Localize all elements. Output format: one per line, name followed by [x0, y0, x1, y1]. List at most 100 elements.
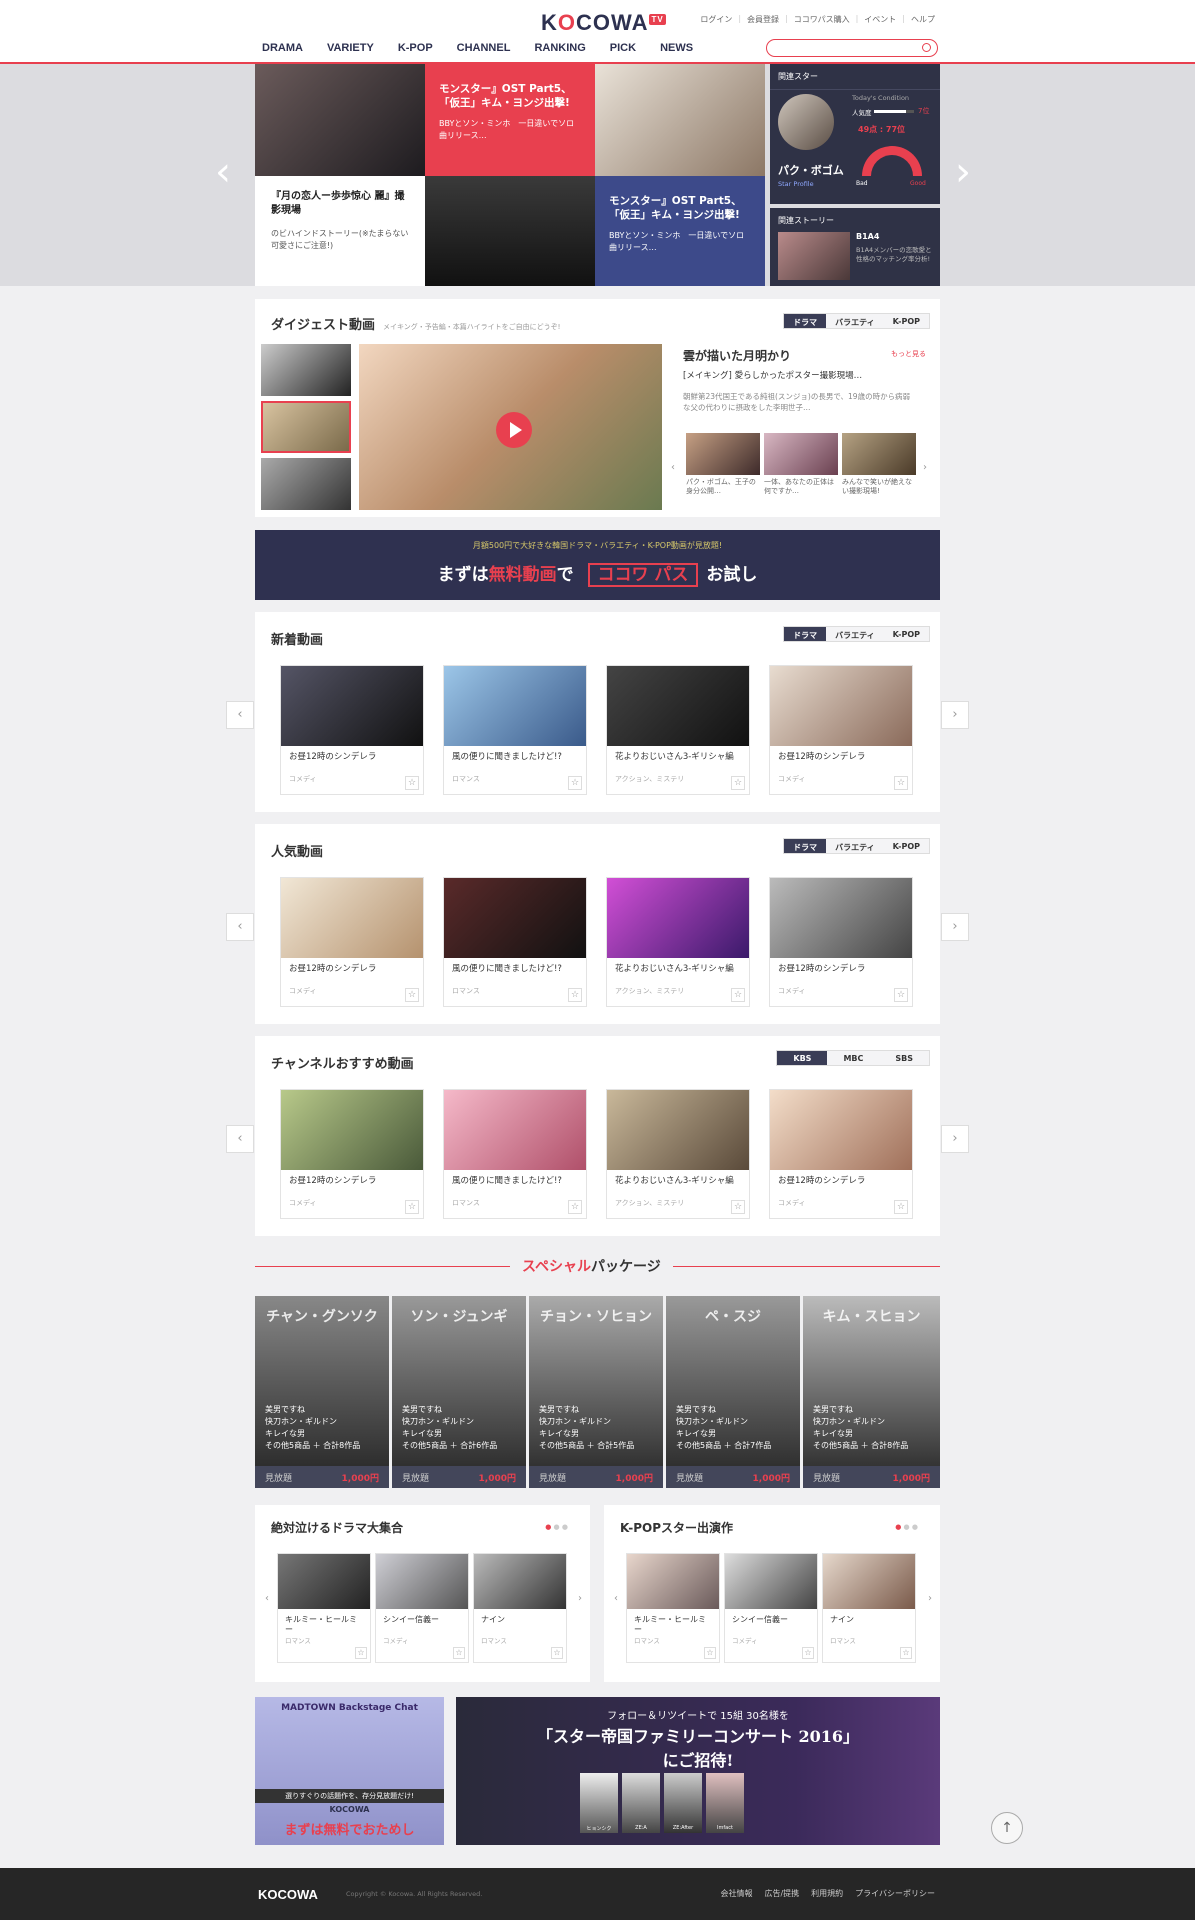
- video-card[interactable]: キルミー・ヒールミー ロマンス ☆: [277, 1553, 371, 1663]
- search-input[interactable]: [766, 39, 938, 57]
- register-link[interactable]: 会員登録: [747, 14, 779, 25]
- tab-kpop[interactable]: K-POP: [883, 627, 929, 641]
- new-next-arrow[interactable]: ›: [941, 701, 969, 729]
- favorite-icon[interactable]: ☆: [704, 1647, 716, 1659]
- favorite-icon[interactable]: ☆: [405, 1200, 419, 1214]
- digest-prev-arrow[interactable]: ‹: [671, 462, 675, 473]
- nav-drama[interactable]: DRAMA: [262, 42, 303, 54]
- terms-link[interactable]: 利用規約: [811, 1888, 843, 1899]
- favorite-icon[interactable]: ☆: [731, 1200, 745, 1214]
- video-card[interactable]: お昼12時のシンデレラ コメディ ☆: [769, 665, 913, 795]
- package-card[interactable]: チョン・ソヒョン 美男ですね 快刀ホン・ギルドン キレイな男 その他5商品 ＋ 合計5作…: [529, 1296, 663, 1488]
- favorite-icon[interactable]: ☆: [802, 1647, 814, 1659]
- favorite-icon[interactable]: ☆: [568, 1200, 582, 1214]
- package-card[interactable]: ソン・ジュンギ 美男ですね 快刀ホン・ギルドン キレイな男 その他5商品 ＋ 合計6作品…: [392, 1296, 526, 1488]
- video-card[interactable]: お昼12時のシンデレラ コメディ ☆: [280, 665, 424, 795]
- video-card[interactable]: ナイン ロマンス ☆: [473, 1553, 567, 1663]
- kpop-prev-arrow[interactable]: ‹: [614, 1593, 618, 1604]
- kpop-next-arrow[interactable]: ›: [928, 1593, 932, 1604]
- favorite-icon[interactable]: ☆: [894, 988, 908, 1002]
- digest-related-3[interactable]: みんなで笑いが絶えない撮影現場!: [842, 433, 916, 496]
- favorite-icon[interactable]: ☆: [731, 776, 745, 790]
- star-profile-link[interactable]: Star Profile: [778, 180, 814, 188]
- digest-main-video[interactable]: [359, 344, 662, 510]
- package-card[interactable]: キム・スヒョン 美男ですね 快刀ホン・ギルドン キレイな男 その他5商品 ＋ 合計8作品…: [803, 1296, 940, 1488]
- favorite-icon[interactable]: ☆: [453, 1647, 465, 1659]
- video-card[interactable]: お昼12時のシンデレラ コメディ ☆: [769, 1089, 913, 1219]
- footer-logo[interactable]: KOCOWA: [258, 1887, 318, 1902]
- hero-story-3[interactable]: モンスター』OST Part5、「仮王」キム・ヨンジ出撃! BBYとソン・ミンホ…: [595, 176, 765, 286]
- channel-next-arrow[interactable]: ›: [941, 1125, 969, 1153]
- favorite-icon[interactable]: ☆: [355, 1647, 367, 1659]
- hero-next-arrow[interactable]: ›: [955, 149, 971, 195]
- pass-banner[interactable]: 月額500円で大好きな韓国ドラマ・バラエティ・K-POP動画が見放題! まずは無…: [255, 530, 940, 600]
- star-avatar[interactable]: [778, 94, 834, 150]
- hero-image-1[interactable]: [255, 64, 425, 176]
- drama-prev-arrow[interactable]: ‹: [265, 1593, 269, 1604]
- tab-kpop[interactable]: K-POP: [883, 314, 929, 328]
- tab-drama[interactable]: ドラマ: [784, 314, 827, 328]
- favorite-icon[interactable]: ☆: [900, 1647, 912, 1659]
- favorite-icon[interactable]: ☆: [894, 1200, 908, 1214]
- nav-ranking[interactable]: RANKING: [534, 42, 585, 54]
- back-to-top-button[interactable]: ↑: [991, 1812, 1023, 1844]
- favorite-icon[interactable]: ☆: [894, 776, 908, 790]
- pager-dots[interactable]: ● ● ●: [545, 1523, 568, 1531]
- nav-pick[interactable]: PICK: [610, 42, 636, 54]
- drama-next-arrow[interactable]: ›: [578, 1593, 582, 1604]
- hero-story-1[interactable]: 『月の恋人ー歩歩惊心 麗』撮影現場 のビハインドストーリー(※たまらない可愛さに…: [255, 176, 425, 286]
- tab-variety[interactable]: バラエティ: [826, 627, 884, 641]
- digest-related-2[interactable]: 一体、あなたの正体は何ですか…: [764, 433, 838, 496]
- buy-pass-link[interactable]: ココワパス購入: [794, 14, 850, 25]
- madtown-ad[interactable]: MADTOWN Backstage Chat 選りすぐりの話題作を、存分見放題だ…: [255, 1697, 444, 1845]
- nav-variety[interactable]: VARIETY: [327, 42, 374, 54]
- favorite-icon[interactable]: ☆: [568, 988, 582, 1002]
- popular-next-arrow[interactable]: ›: [941, 913, 969, 941]
- video-card[interactable]: 花よりおじいさん3-ギリシャ編 アクション、ミステリ ☆: [606, 1089, 750, 1219]
- tab-drama[interactable]: ドラマ: [784, 627, 827, 641]
- nav-kpop[interactable]: K-POP: [398, 42, 433, 54]
- video-card[interactable]: 花よりおじいさん3-ギリシャ編 アクション、ミステリ ☆: [606, 665, 750, 795]
- more-link[interactable]: もっと見る: [891, 349, 926, 359]
- popular-prev-arrow[interactable]: ‹: [226, 913, 254, 941]
- login-link[interactable]: ログイン: [700, 14, 732, 25]
- concert-ad[interactable]: フォロー＆リツイートで 15組 30名様を 「スター帝国ファミリーコンサート 2…: [456, 1697, 940, 1845]
- favorite-icon[interactable]: ☆: [568, 776, 582, 790]
- video-card[interactable]: 風の便りに聞きましたけど!? ロマンス ☆: [443, 877, 587, 1007]
- tab-mbc[interactable]: MBC: [827, 1051, 880, 1065]
- hero-prev-arrow[interactable]: ‹: [215, 149, 231, 195]
- favorite-icon[interactable]: ☆: [405, 776, 419, 790]
- video-card[interactable]: キルミー・ヒールミー ロマンス ☆: [626, 1553, 720, 1663]
- nav-channel[interactable]: CHANNEL: [457, 42, 511, 54]
- digest-next-arrow[interactable]: ›: [923, 462, 927, 473]
- video-card[interactable]: シンイー信義ー コメディ ☆: [375, 1553, 469, 1663]
- video-card[interactable]: 風の便りに聞きましたけど!? ロマンス ☆: [443, 665, 587, 795]
- ads-partnership-link[interactable]: 広告/提携: [764, 1888, 799, 1899]
- hero-image-2[interactable]: [425, 176, 595, 286]
- video-card[interactable]: 花よりおじいさん3-ギリシャ編 アクション、ミステリ ☆: [606, 877, 750, 1007]
- search-icon[interactable]: [922, 43, 931, 52]
- privacy-link[interactable]: プライバシーポリシー: [855, 1888, 935, 1899]
- digest-thumb-2[interactable]: [261, 401, 351, 453]
- video-card[interactable]: 風の便りに聞きましたけど!? ロマンス ☆: [443, 1089, 587, 1219]
- tab-variety[interactable]: バラエティ: [826, 839, 884, 853]
- package-card[interactable]: チャン・グンソク 美男ですね 快刀ホン・ギルドン キレイな男 その他5商品 ＋ 合計8作…: [255, 1296, 389, 1488]
- digest-thumb-3[interactable]: [261, 458, 351, 510]
- favorite-icon[interactable]: ☆: [405, 988, 419, 1002]
- tab-drama[interactable]: ドラマ: [784, 839, 827, 853]
- tab-kpop[interactable]: K-POP: [883, 839, 929, 853]
- pager-dots[interactable]: ● ● ●: [895, 1523, 918, 1531]
- digest-show-title[interactable]: 雲が描いた月明かり: [683, 347, 791, 364]
- favorite-icon[interactable]: ☆: [731, 988, 745, 1002]
- kocowa-logo[interactable]: KOCOWA TV: [541, 10, 666, 36]
- video-card[interactable]: お昼12時のシンデレラ コメディ ☆: [280, 1089, 424, 1219]
- story-image[interactable]: [778, 232, 850, 280]
- video-card[interactable]: シンイー信義ー コメディ ☆: [724, 1553, 818, 1663]
- tab-sbs[interactable]: SBS: [879, 1051, 929, 1065]
- favorite-icon[interactable]: ☆: [551, 1647, 563, 1659]
- event-link[interactable]: イベント: [864, 14, 896, 25]
- video-card[interactable]: お昼12時のシンデレラ コメディ ☆: [280, 877, 424, 1007]
- package-card[interactable]: ペ・スジ 美男ですね 快刀ホン・ギルドン キレイな男 その他5商品 ＋ 合計7作品 見放題…: [666, 1296, 800, 1488]
- tab-kbs[interactable]: KBS: [777, 1051, 828, 1065]
- digest-thumb-1[interactable]: [261, 344, 351, 396]
